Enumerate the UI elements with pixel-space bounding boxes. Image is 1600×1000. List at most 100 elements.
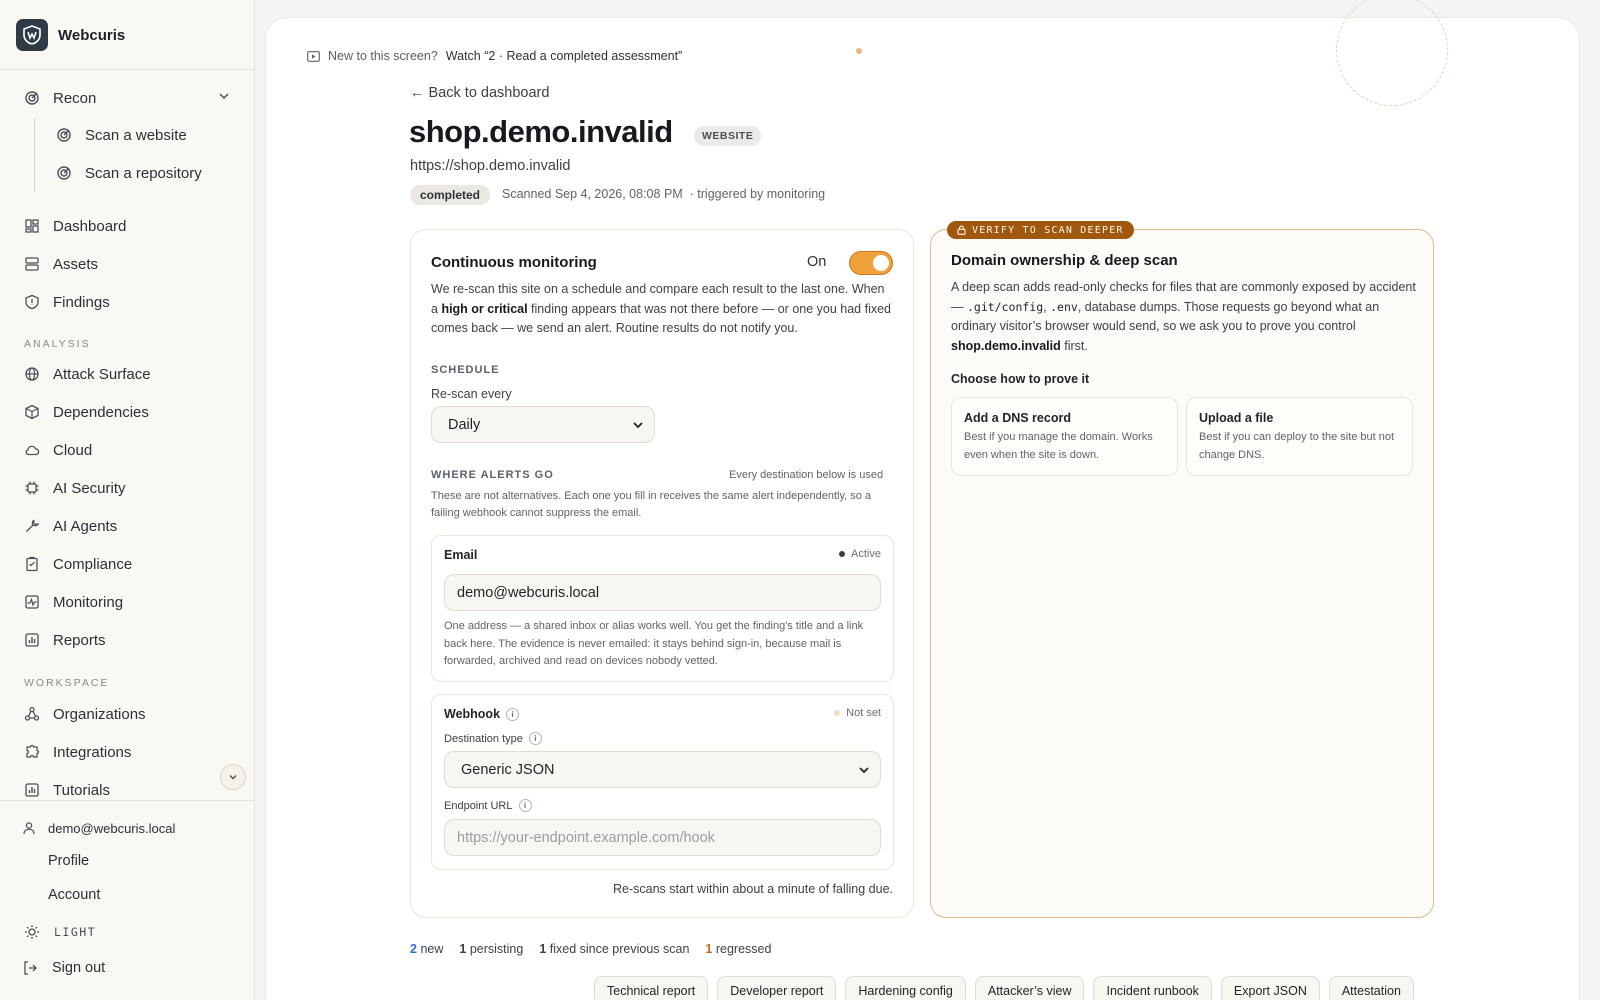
chip-icon [25, 481, 39, 495]
rescan-note: Re-scans start within about a minute of … [612, 882, 893, 896]
upload-file-option[interactable]: Upload a file Best if you can deploy to … [1186, 397, 1413, 476]
code-git-config: .git/config [966, 299, 1044, 314]
section-workspace: WORKSPACE [24, 677, 110, 689]
nav-scan-website-label: Scan a website [85, 126, 187, 144]
nav-organizations[interactable]: Organizations [24, 700, 146, 728]
webhook-destination-card: Webhook i Not set Destination type i Gener… [431, 694, 894, 870]
attackers-view-button[interactable]: Attacker’s view [974, 976, 1085, 1000]
webhook-status-text: Not set [846, 707, 881, 719]
nav-ai-security-label: AI Security [53, 479, 126, 497]
endpoint-url-field[interactable]: https://your-endpoint.example.com/hook [444, 819, 881, 856]
email-status-text: Active [851, 548, 881, 560]
verify-tag-text: VERIFY TO SCAN DEEPER [972, 224, 1124, 236]
puzzle-icon [26, 744, 40, 758]
nav-dashboard[interactable]: Dashboard [24, 212, 126, 240]
hardening-config-button[interactable]: Hardening config [845, 976, 966, 1000]
pulse-icon [25, 595, 39, 609]
nav-tutorials-label: Tutorials [53, 781, 110, 799]
rescan-frequency-select[interactable]: Daily [431, 406, 655, 443]
divider [0, 69, 255, 70]
dns-record-option[interactable]: Add a DNS record Best if you manage the … [951, 397, 1178, 476]
nav-ai-agents-label: AI Agents [53, 517, 118, 535]
nav-scan-repository[interactable]: Scan a repository [56, 159, 202, 187]
scan-trigger: · triggered by monitoring [689, 187, 826, 201]
nav-ai-agents[interactable]: AI Agents [24, 512, 117, 540]
diff-regressed-count: 1 [705, 942, 713, 956]
page-title: shop.demo.invalid [409, 114, 673, 149]
hint-prefix: New to this screen? [328, 49, 438, 63]
scroll-down-button[interactable] [220, 764, 246, 790]
diff-new[interactable]: 2 new [410, 942, 443, 956]
email-field[interactable]: demo@webcuris.local [444, 574, 881, 611]
chevron-down-icon[interactable] [218, 90, 230, 102]
bar-chart-icon [25, 783, 39, 797]
asset-kind-badge: WEBSITE [694, 126, 762, 146]
nav-cloud[interactable]: Cloud [24, 436, 92, 464]
target-icon [57, 128, 71, 142]
webhook-status: Not set [834, 707, 881, 719]
nav-compliance[interactable]: Compliance [24, 550, 132, 578]
nav-attack-surface-label: Attack Surface [53, 365, 151, 383]
diff-fixed-label: fixed since previous scan [549, 942, 690, 956]
technical-report-button[interactable]: Technical report [594, 976, 709, 1000]
domain-verification-panel: Domain ownership & deep scan A deep scan… [930, 229, 1434, 918]
toggle-knob [873, 255, 889, 271]
monitoring-toggle[interactable] [849, 251, 893, 275]
nav-scan-website[interactable]: Scan a website [56, 121, 187, 149]
incident-runbook-button[interactable]: Incident runbook [1093, 976, 1212, 1000]
attestation-button[interactable]: Attestation [1328, 976, 1414, 1000]
wrench-icon [26, 519, 40, 532]
diff-regressed[interactable]: 1 regressed [705, 942, 771, 956]
endpoint-url-label-text: Endpoint URL [444, 799, 513, 812]
chevron-down-icon [859, 766, 869, 773]
user-menu[interactable]: demo@webcuris.local [22, 818, 175, 838]
account-link[interactable]: Account [48, 887, 100, 903]
export-json-button[interactable]: Export JSON [1220, 976, 1320, 1000]
diff-new-count: 2 [410, 942, 417, 956]
sign-out-button[interactable]: Sign out [22, 960, 105, 976]
hint-link[interactable]: Watch “2 · Read a completed assessment” [446, 49, 682, 63]
tutorial-hint[interactable]: New to this screen? Watch “2 · Read a co… [307, 49, 682, 63]
scan-meta: Scanned Sep 4, 2026, 08:08 PM · triggere… [502, 187, 825, 201]
destination-type-select[interactable]: Generic JSON [444, 751, 881, 788]
status-dot [834, 710, 841, 716]
nav-assets[interactable]: Assets [24, 250, 98, 278]
email-help: One address — a shared inbox or alias wo… [444, 620, 864, 667]
rescan-frequency-value: Daily [448, 416, 481, 433]
monitoring-panel: Continuous monitoring On We re-scan this… [410, 229, 914, 918]
email-destination-card: Email Active demo@webcuris.local One add… [431, 535, 894, 682]
nav-monitoring[interactable]: Monitoring [24, 588, 123, 616]
option-title: Add a DNS record [964, 411, 1071, 425]
option-description: Best if you can deploy to the site but n… [1199, 431, 1395, 461]
info-icon[interactable]: i [518, 799, 532, 812]
status-badge: completed [410, 185, 491, 205]
diff-persisting-label: persisting [469, 942, 524, 956]
info-icon[interactable]: i [506, 707, 520, 721]
nav-findings[interactable]: Findings [24, 288, 110, 316]
diff-persisting[interactable]: 1 persisting [459, 942, 523, 956]
shield-icon [25, 294, 39, 310]
option-title: Upload a file [1199, 411, 1274, 425]
nav-recon[interactable]: Recon [24, 84, 96, 112]
monitoring-desc-bold: high or critical [441, 301, 528, 316]
brand[interactable]: Webcuris [16, 19, 125, 51]
nav-ai-security[interactable]: AI Security [24, 474, 126, 502]
diff-fixed[interactable]: 1 fixed since previous scan [539, 942, 689, 956]
nav-attack-surface[interactable]: Attack Surface [24, 360, 151, 388]
choose-method-label: Choose how to prove it [951, 372, 1090, 386]
nav-dashboard-label: Dashboard [53, 217, 127, 235]
info-icon[interactable]: i [528, 732, 542, 745]
theme-label: LIGHT [54, 925, 97, 939]
nav-dependencies-label: Dependencies [53, 403, 149, 421]
nav-integrations[interactable]: Integrations [24, 738, 131, 766]
scanned-at: Scanned Sep 4, 2026, 08:08 PM [502, 187, 683, 201]
developer-report-button[interactable]: Developer report [717, 976, 837, 1000]
back-to-dashboard-link[interactable]: ← Back to dashboard [410, 85, 549, 101]
profile-link[interactable]: Profile [48, 853, 89, 869]
theme-toggle[interactable]: LIGHT [24, 924, 96, 940]
sign-out-label: Sign out [52, 960, 106, 976]
nav-reports[interactable]: Reports [24, 626, 106, 654]
target-icon [57, 166, 71, 180]
nav-dependencies[interactable]: Dependencies [24, 398, 149, 426]
alerts-note: Every destination below is used [729, 469, 884, 481]
